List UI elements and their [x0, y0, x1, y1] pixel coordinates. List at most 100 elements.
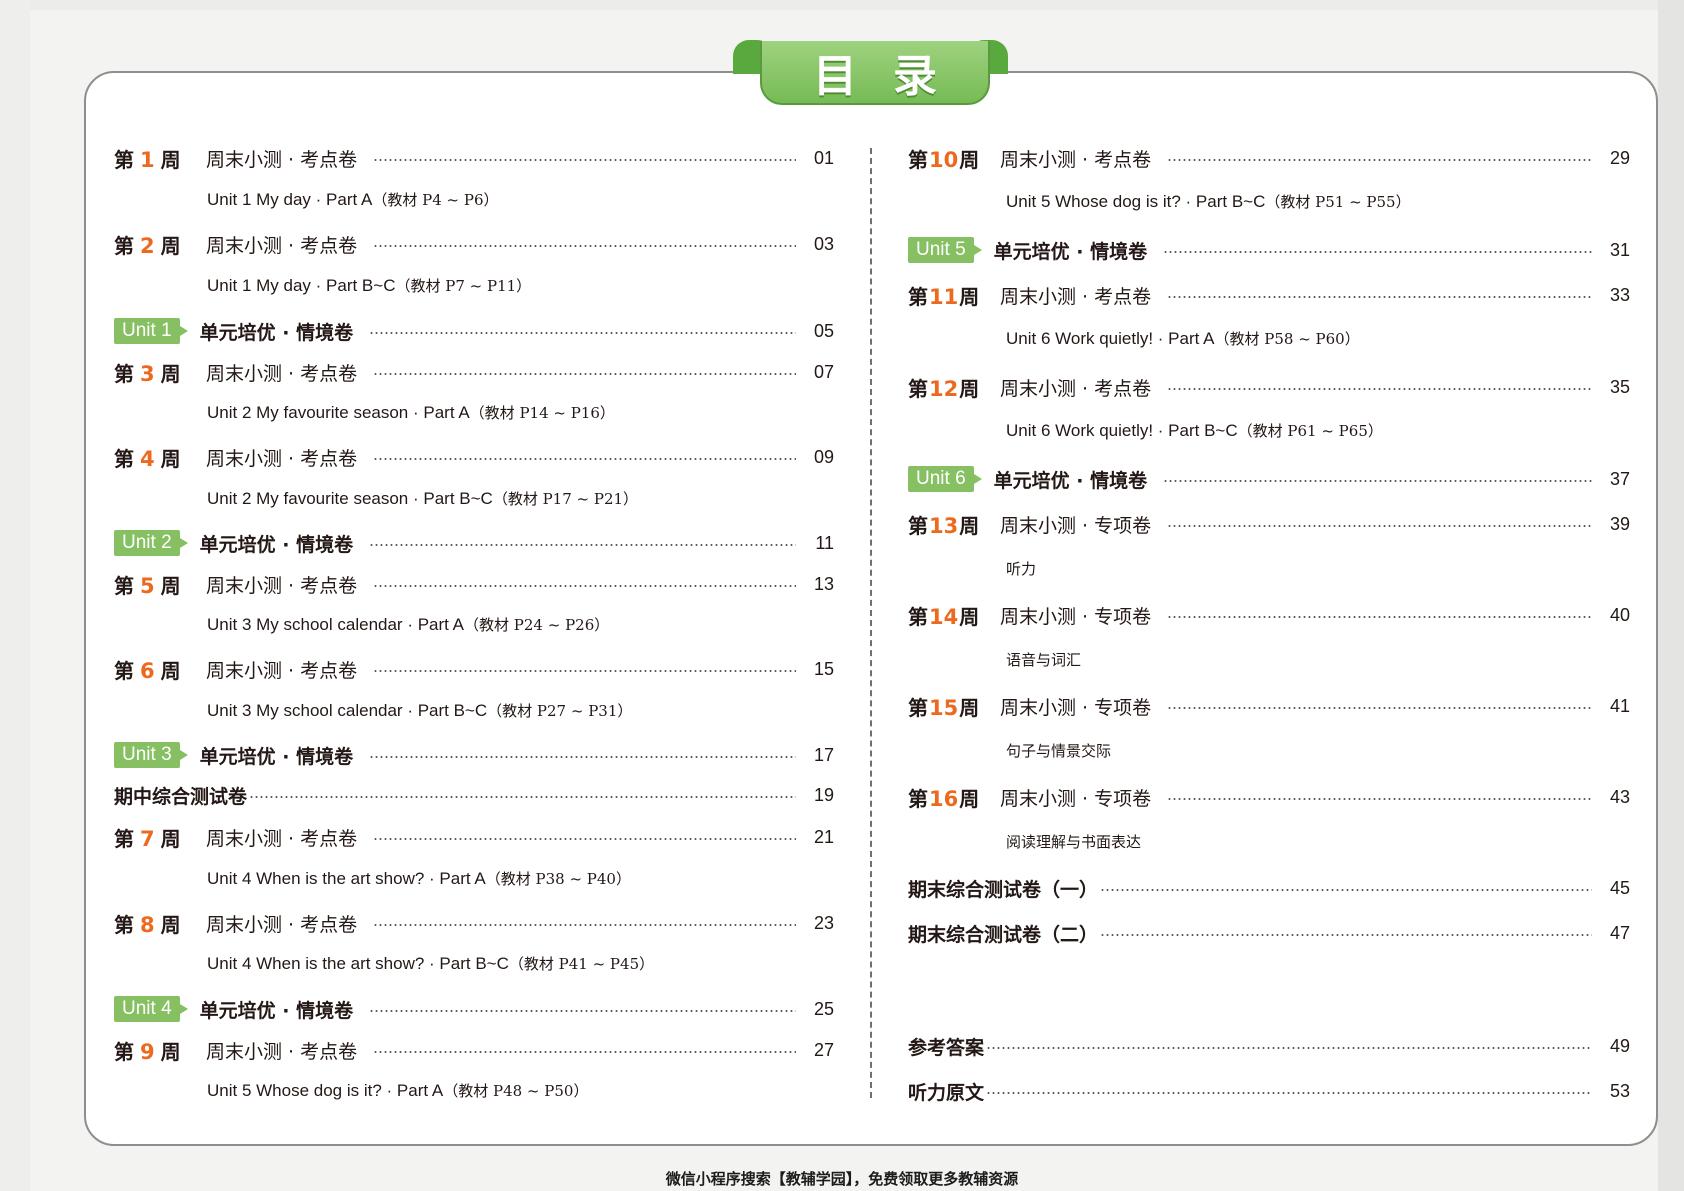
entry-title: 周末小测 · 考点卷 [1000, 148, 1152, 171]
entry-title: 单元培优 · 情境卷 [199, 321, 354, 344]
scan-edge-right [1658, 0, 1684, 1191]
page-number: 17 [813, 744, 834, 765]
entry-title: 周末小测 · 考点卷 [206, 1040, 358, 1063]
entry-title: 周末小测 · 专项卷 [1000, 787, 1152, 810]
toc-entry-unit-5[interactable]: Unit 5 单元培优 · 情境卷 31 [908, 235, 1630, 265]
page-number: 25 [813, 998, 834, 1019]
entry-subtitle: 句子与情景交际 [1006, 742, 1112, 760]
entry-subtitle: Unit 3 My school calendar · Part A（教材 P2… [207, 615, 610, 634]
unit-badge: Unit 2 [114, 530, 188, 556]
entry-subtitle: Unit 5 Whose dog is it? · Part A（教材 P48 … [207, 1081, 589, 1100]
page-number: 41 [1609, 695, 1630, 716]
entry-subtitle: Unit 1 My day · Part B~C（教材 P7 ~ P11） [207, 276, 532, 295]
page-number: 13 [813, 573, 834, 594]
dot-leader [1167, 616, 1592, 618]
entry-subtitle: Unit 6 Work quietly! · Part B~C（教材 P61 ~… [1006, 421, 1383, 440]
week-label: 第5周 [114, 573, 181, 598]
entry-subtitle: Unit 2 My favourite season · Part B~C（教材… [207, 489, 639, 508]
dot-leader [1167, 388, 1592, 390]
toc-entry-unit-6[interactable]: Unit 6 单元培优 · 情境卷 37 [908, 464, 1630, 494]
toc-entry-week-2[interactable]: 第2周 周末小测 · 考点卷 03 [114, 229, 834, 259]
page-number: 23 [813, 912, 834, 933]
entry-title: 周末小测 · 专项卷 [1000, 605, 1152, 628]
dot-leader [249, 796, 796, 798]
entry-title: 周末小测 · 考点卷 [1000, 377, 1152, 400]
entry-subtitle: 阅读理解与书面表达 [1006, 833, 1142, 851]
week-label: 第2周 [114, 233, 181, 258]
unit-badge: Unit 4 [114, 996, 188, 1022]
week-label: 第16周 [908, 786, 980, 811]
entry-subtitle: Unit 4 When is the art show? · Part A（教材… [207, 869, 631, 888]
entry-title: 周末小测 · 考点卷 [1000, 285, 1152, 308]
page-number: 05 [813, 320, 834, 341]
entry-title: 听力原文 [908, 1081, 985, 1104]
entry-subtitle: Unit 2 My favourite season · Part A（教材 P… [207, 403, 615, 422]
page-number: 45 [1609, 877, 1630, 898]
entry-title: 周末小测 · 专项卷 [1000, 514, 1152, 537]
toc-entry-midterm[interactable]: 期中综合测试卷 19 [114, 780, 834, 810]
week-label: 第9周 [114, 1039, 181, 1064]
toc-entry-week-8[interactable]: 第8周 周末小测 · 考点卷 23 [114, 908, 834, 938]
toc-entry-week-13[interactable]: 第13周 周末小测 · 专项卷 39 [908, 509, 1630, 539]
page-number: 33 [1609, 284, 1630, 305]
page-number: 29 [1609, 147, 1630, 168]
entry-subtitle: Unit 4 When is the art show? · Part B~C（… [207, 954, 655, 973]
toc-entry-answers[interactable]: 参考答案 49 [908, 1031, 1630, 1061]
toc-entry-week-9[interactable]: 第9周 周末小测 · 考点卷 27 [114, 1035, 834, 1065]
page-number: 19 [813, 784, 834, 805]
week-label: 第13周 [908, 513, 980, 538]
toc-entry-week-11[interactable]: 第11周 周末小测 · 考点卷 33 [908, 280, 1630, 310]
page-number: 15 [813, 658, 834, 679]
toc-entry-week-7[interactable]: 第7周 周末小测 · 考点卷 21 [114, 822, 834, 852]
week-label: 第4周 [114, 446, 181, 471]
toc-entry-unit-4[interactable]: Unit 4 单元培优 · 情境卷 25 [114, 994, 834, 1024]
toc-entry-final-2[interactable]: 期末综合测试卷（二） 47 [908, 918, 1630, 948]
toc-entry-unit-1[interactable]: Unit 1 单元培优 · 情境卷 05 [114, 316, 834, 346]
toc-entry-transcript[interactable]: 听力原文 53 [908, 1076, 1630, 1106]
toc-entry-final-1[interactable]: 期末综合测试卷（一） 45 [908, 873, 1630, 903]
toc-entry-week-6[interactable]: 第6周 周末小测 · 考点卷 15 [114, 654, 834, 684]
footer-promo-text: 微信小程序搜索【教辅学园】，免费领取更多教辅资源 [665, 1170, 1019, 1188]
page-number: 39 [1609, 513, 1630, 534]
page-number: 47 [1609, 922, 1630, 943]
dot-leader [373, 670, 796, 672]
dot-leader [369, 332, 796, 334]
column-divider [870, 148, 872, 1098]
unit-badge: Unit 1 [114, 318, 188, 344]
toc-entry-week-3[interactable]: 第3周 周末小测 · 考点卷 07 [114, 357, 834, 387]
page-number: 53 [1609, 1080, 1630, 1101]
toc-entry-unit-2[interactable]: Unit 2 单元培优 · 情境卷 11 [114, 528, 834, 558]
week-label: 第6周 [114, 658, 181, 683]
entry-subtitle: Unit 6 Work quietly! · Part A（教材 P58 ~ P… [1006, 329, 1360, 348]
week-label: 第7周 [114, 826, 181, 851]
scan-edge-top [0, 0, 1684, 10]
dot-leader [369, 756, 796, 758]
dot-leader [373, 159, 796, 161]
toc-entry-week-1[interactable]: 第1周 周末小测 · 考点卷 01 [114, 143, 834, 173]
dot-leader [373, 585, 796, 587]
page-number: 31 [1609, 239, 1630, 260]
week-label: 第12周 [908, 376, 980, 401]
page-number: 35 [1609, 376, 1630, 397]
entry-title: 单元培优 · 情境卷 [199, 745, 354, 768]
dot-leader [986, 1047, 1592, 1049]
entry-subtitle: 语音与词汇 [1006, 651, 1082, 669]
toc-entry-unit-3[interactable]: Unit 3 单元培优 · 情境卷 17 [114, 740, 834, 770]
entry-title: 参考答案 [908, 1036, 985, 1059]
toc-entry-week-4[interactable]: 第4周 周末小测 · 考点卷 09 [114, 442, 834, 472]
dot-leader [373, 458, 796, 460]
toc-entry-week-15[interactable]: 第15周 周末小测 · 专项卷 41 [908, 691, 1630, 721]
entry-title: 单元培优 · 情境卷 [199, 533, 354, 556]
page-number: 01 [813, 147, 834, 168]
entry-title: 周末小测 · 专项卷 [1000, 696, 1152, 719]
toc-entry-week-10[interactable]: 第10周 周末小测 · 考点卷 29 [908, 143, 1630, 173]
page-number: 43 [1609, 786, 1630, 807]
page-number: 40 [1609, 604, 1630, 625]
toc-entry-week-5[interactable]: 第5周 周末小测 · 考点卷 13 [114, 569, 834, 599]
dot-leader [369, 544, 796, 546]
dot-leader [373, 924, 796, 926]
toc-entry-week-12[interactable]: 第12周 周末小测 · 考点卷 35 [908, 372, 1630, 402]
page-title: 目录 [813, 51, 973, 102]
toc-entry-week-14[interactable]: 第14周 周末小测 · 专项卷 40 [908, 600, 1630, 630]
toc-entry-week-16[interactable]: 第16周 周末小测 · 专项卷 43 [908, 782, 1630, 812]
